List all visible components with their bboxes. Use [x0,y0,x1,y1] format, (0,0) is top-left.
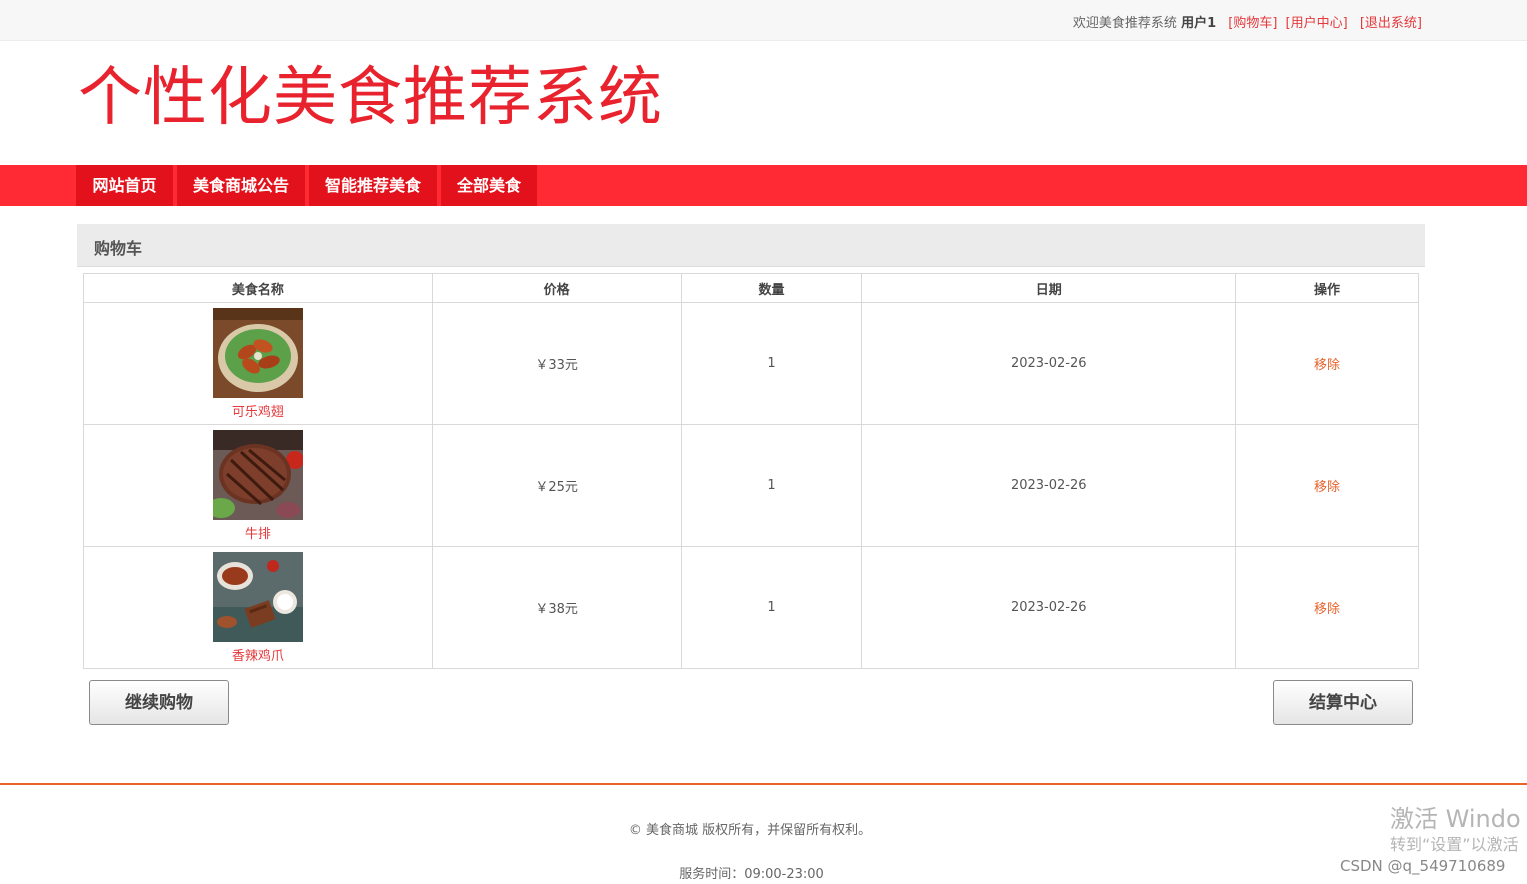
column-header-quantity: 数量 [680,273,863,303]
main-nav: 网站首页 美食商城公告 智能推荐美食 全部美食 [0,165,1527,206]
top-bar-links: 欢迎美食推荐系统 用户1 [购物车] [用户中心] [退出系统] [1073,12,1422,31]
date-cell: 2023-02-26 [861,302,1237,425]
food-name-link[interactable]: 牛排 [84,523,432,542]
date-cell: 2023-02-26 [861,424,1237,547]
column-header-name: 美食名称 [83,273,433,303]
welcome-text: 欢迎美食推荐系统 [1072,16,1177,31]
quantity-cell: 1 [680,546,863,669]
column-header-date: 日期 [861,273,1237,303]
csdn-watermark: CSDN @q_549710689 [1340,857,1506,875]
cart-header: 购物车 [77,224,1425,267]
column-header-price: 价格 [431,273,682,303]
table-row: 可乐鸡翅 ￥33元 1 2023-02-26 移除 [83,302,1419,425]
spicy-chicken-feet-image[interactable] [212,551,303,642]
cart-title: 购物车 [94,239,143,258]
user-center-link[interactable]: [用户中心] [1286,16,1348,31]
food-cell: 牛排 [83,424,433,547]
table-row: 香辣鸡爪 ￥38元 1 2023-02-26 移除 [83,546,1419,669]
steak-image[interactable] [212,429,303,520]
remove-button[interactable]: 移除 [1314,480,1340,495]
logout-link[interactable]: [退出系统] [1360,16,1422,31]
top-bar: 欢迎美食推荐系统 用户1 [购物车] [用户中心] [退出系统] [0,0,1527,41]
action-cell: 移除 [1235,546,1419,669]
nav-item-announcements[interactable]: 美食商城公告 [177,165,305,206]
footer-service-time: 服务时间：09:00-23:00 [679,867,824,882]
footer-divider [0,783,1527,785]
table-row: 牛排 ￥25元 1 2023-02-26 移除 [83,424,1419,547]
remove-button[interactable]: 移除 [1314,358,1340,373]
windows-activation-title: 激活 Windo [1390,805,1521,833]
continue-shopping-button[interactable]: 继续购物 [89,680,229,725]
cart-link[interactable]: [购物车] [1228,16,1277,31]
site-title: 个性化美食推荐系统 [78,61,663,135]
food-cell: 香辣鸡爪 [83,546,433,669]
price-cell: ￥25元 [431,424,682,547]
price-cell: ￥38元 [431,546,682,669]
windows-activation-hint: 转到“设置”以激活 [1390,835,1519,854]
action-cell: 移除 [1235,302,1419,425]
remove-button[interactable]: 移除 [1314,602,1340,617]
price-cell: ￥33元 [431,302,682,425]
checkout-button[interactable]: 结算中心 [1273,680,1413,725]
food-name-link[interactable]: 香辣鸡爪 [84,645,432,664]
nav-item-recommend[interactable]: 智能推荐美食 [309,165,437,206]
cart-table: 美食名称 价格 数量 日期 操作 可乐鸡翅 ￥33元 1 2023-02-26 … [83,273,1419,669]
nav-item-all-food[interactable]: 全部美食 [441,165,537,206]
quantity-cell: 1 [680,424,863,547]
table-header-row: 美食名称 价格 数量 日期 操作 [83,273,1419,303]
food-name-link[interactable]: 可乐鸡翅 [84,401,432,420]
footer-copyright: © 美食商城 版权所有，并保留所有权利。 [628,823,872,838]
column-header-action: 操作 [1235,273,1419,303]
quantity-cell: 1 [680,302,863,425]
date-cell: 2023-02-26 [861,546,1237,669]
cola-chicken-wings-image[interactable] [212,307,303,398]
action-cell: 移除 [1235,424,1419,547]
food-cell: 可乐鸡翅 [83,302,433,425]
username: 用户1 [1181,16,1217,31]
nav-item-home[interactable]: 网站首页 [76,165,173,206]
